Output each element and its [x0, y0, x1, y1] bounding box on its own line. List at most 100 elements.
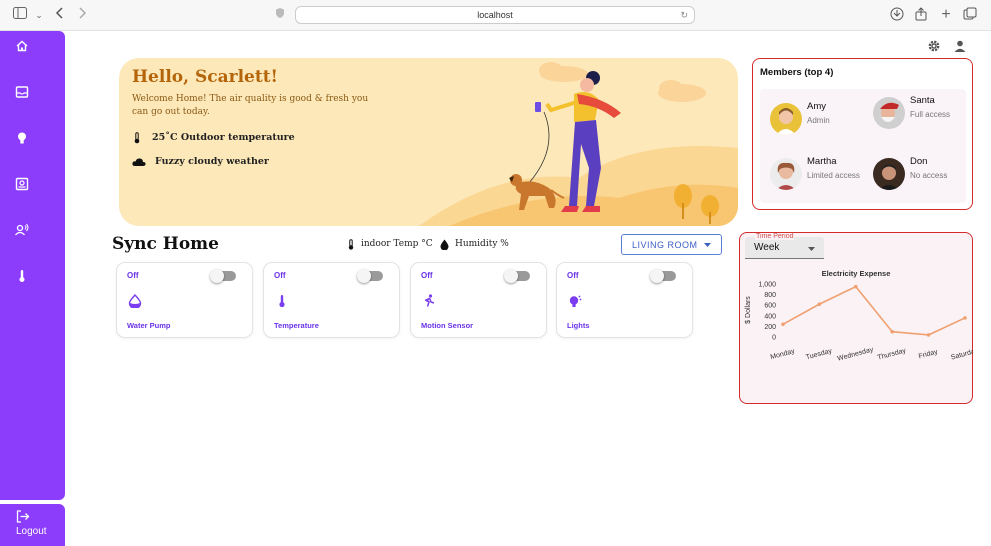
greeting-subtitle: Welcome Home! The air quality is good & …	[132, 94, 369, 117]
section-title: Sync Home	[112, 234, 219, 254]
time-period-label: Time Period	[755, 233, 795, 240]
inbox-icon	[15, 86, 29, 98]
member-name: Martha	[807, 156, 837, 167]
forward-icon[interactable]	[74, 7, 90, 23]
y-tick-label: 0	[772, 335, 776, 342]
thermometer-icon	[134, 132, 140, 144]
device-toggle[interactable]	[504, 269, 530, 283]
members-list: Amy Admin Santa Full access Martha Limit…	[760, 89, 966, 203]
x-tick-label: Tuesday	[805, 348, 833, 362]
member-item-santa[interactable]: Santa Full access	[873, 91, 973, 135]
logout-label: Logout	[16, 526, 47, 537]
account-icon[interactable]	[953, 39, 967, 53]
sidebar-item-temperature[interactable]	[14, 268, 32, 286]
x-tick-label: Monday	[770, 348, 796, 361]
avatar	[873, 97, 905, 129]
indoor-temp-label: indoor Temp °C	[361, 239, 433, 249]
chart-title: Electricity Expense	[822, 269, 891, 278]
reload-icon[interactable]: ↻	[680, 7, 688, 23]
device-card-motion-sensor: Off Motion Sensor	[410, 262, 547, 338]
sidebar-toggle-icon[interactable]	[12, 7, 28, 23]
data-point	[963, 316, 967, 320]
thermometer-icon	[279, 295, 285, 308]
data-point	[781, 322, 785, 327]
new-tab-icon[interactable]: +	[938, 7, 954, 23]
member-name: Santa	[910, 95, 935, 106]
x-tick-label: Thursday	[877, 347, 907, 361]
logout-icon	[16, 510, 30, 523]
thermometer-icon	[19, 270, 25, 282]
room-select[interactable]: LIVING ROOM	[621, 234, 722, 255]
member-role: Full access	[910, 110, 951, 119]
device-toggle[interactable]	[210, 269, 236, 283]
welcome-banner: Hello, Scarlett! Welcome Home! The air q…	[119, 58, 738, 226]
browser-toolbar: ⌄ localhost ↻ +	[0, 0, 991, 31]
chevron-down-icon	[808, 247, 815, 251]
device-name: Lights	[567, 321, 590, 330]
data-point	[817, 302, 822, 306]
device-name: Water Pump	[127, 321, 171, 330]
member-role: Admin	[807, 116, 830, 125]
device-card-lights: Off Lights	[556, 262, 693, 338]
y-tick-label: 400	[764, 313, 776, 320]
water-drop-icon	[440, 239, 449, 250]
chevron-down-icon	[704, 243, 711, 247]
chevron-down-icon[interactable]: ⌄	[31, 7, 47, 23]
y-axis-label: $ Dollars	[745, 296, 752, 324]
device-toggle[interactable]	[357, 269, 383, 283]
sidebar-item-inbox[interactable]	[14, 84, 32, 102]
device-toggle[interactable]	[650, 269, 676, 283]
humidity-label: Humidity %	[455, 239, 509, 249]
home-icon	[16, 40, 28, 52]
member-item-amy[interactable]: Amy Admin	[770, 97, 870, 141]
room-select-value: LIVING ROOM	[632, 240, 698, 250]
y-tick-label: 200	[764, 324, 776, 331]
sidebar-item-devices[interactable]	[14, 176, 32, 194]
lightbulb-icon	[569, 295, 582, 307]
y-tick-label: 600	[764, 303, 776, 310]
sidebar-item-users[interactable]	[14, 222, 32, 240]
device-state: Off	[127, 271, 139, 280]
data-point	[926, 333, 931, 337]
device-name: Temperature	[274, 321, 319, 330]
member-item-don[interactable]: Don No access	[873, 152, 973, 196]
members-panel: Members (top 4) Amy Admin Santa Full acc…	[752, 58, 973, 210]
x-tick-label: Friday	[918, 349, 939, 361]
shield-icon[interactable]	[272, 7, 288, 23]
sidebar-item-lights[interactable]	[14, 130, 32, 148]
data-point	[854, 284, 858, 289]
avatar	[873, 158, 905, 190]
tabs-overview-icon[interactable]	[962, 7, 978, 23]
download-icon[interactable]	[889, 7, 905, 23]
members-title: Members (top 4)	[760, 67, 834, 78]
data-point	[890, 329, 894, 334]
sidebar-item-home[interactable]	[14, 38, 32, 56]
back-icon[interactable]	[52, 7, 68, 23]
member-role: No access	[910, 171, 948, 180]
member-role: Limited access	[807, 171, 860, 180]
outdoor-temperature-text: 25˚C Outdoor temperature	[152, 132, 295, 143]
logout-button[interactable]: Logout	[0, 504, 65, 546]
time-period-value: Week	[754, 242, 780, 253]
electricity-expense-chart: Electricity Expense $ Dollars 0 200 400 600…	[745, 269, 973, 363]
member-name: Don	[910, 156, 928, 167]
address-text: localhost	[477, 10, 513, 20]
member-name: Amy	[807, 101, 826, 112]
sidebar	[0, 31, 65, 500]
y-tick-label: 800	[764, 292, 776, 299]
time-period-select[interactable]: Week	[745, 237, 824, 259]
avatar	[770, 103, 802, 135]
device-state: Off	[567, 271, 579, 280]
address-bar[interactable]: localhost ↻	[295, 6, 695, 24]
running-person-icon	[424, 294, 435, 307]
y-tick-label: 1,000	[758, 282, 776, 289]
share-icon[interactable]	[913, 7, 929, 23]
settings-icon[interactable]	[927, 39, 941, 53]
device-icon	[15, 177, 29, 191]
cloud-icon	[132, 158, 146, 166]
device-name: Motion Sensor	[421, 321, 474, 330]
water-drop-icon	[128, 294, 142, 308]
member-item-martha[interactable]: Martha Limited access	[770, 152, 870, 196]
x-tick-label: Wednesday	[837, 346, 875, 362]
series-line	[782, 285, 966, 336]
